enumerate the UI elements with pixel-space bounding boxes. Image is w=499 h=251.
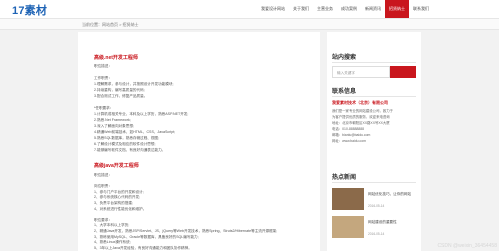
job-title: 高级.net开发工程师 [94, 55, 138, 61]
text-line: 5、3年以上Java开发经验，有良好沟通能力和团队协作精神。 [94, 245, 192, 250]
news-link[interactable]: 网站优化技巧，让你的网站 [368, 192, 411, 197]
nav-item-jobs[interactable]: 招贤纳士 [385, 0, 409, 18]
divider [332, 96, 416, 97]
text-line: 4、熟悉Linux操作系统; [94, 240, 131, 245]
breadcrumb-bar: 当前位置：网站首页 > 招贤纳士 [0, 19, 499, 30]
news-link[interactable]: 网站建设的重要性 [368, 220, 397, 225]
nav-item-news[interactable]: 新闻资讯 [361, 0, 385, 18]
text-line: 邮箱：bianlu@baidu.com [332, 133, 371, 137]
news-thumbnail[interactable] [332, 216, 364, 238]
contact-heading: 联系信息 [332, 89, 357, 95]
text-line: 1、大学本科以上学历; [94, 223, 130, 228]
text-line: 4、对系统进行性能优化和维护。 [94, 206, 147, 211]
text-line: 3、负责平台架构的搭建; [94, 201, 133, 205]
text-line: *任职要求： [94, 106, 114, 110]
text-line: 网址：www.baidu.com [332, 139, 366, 143]
text-line: 电话：010-88888888 [332, 127, 365, 131]
text-line: 4.精通Web前端技术，如HTML、CSS、JavaScript; [94, 130, 176, 134]
sidebar: 站内搜索 输入关键字 联系信息 我爱素材技术（北京）有限公司 我们是一家专业的网… [327, 32, 421, 251]
news-heading: 热点新闻 [332, 175, 357, 181]
text-line: 6.了解设计模式及相应的软件设计思想; [94, 142, 156, 146]
text-line: 1.理解需求，参与设计，并按照设计开发功能模块; [94, 82, 174, 86]
job-listing-content: 高级.net开发工程师 职位描述： 工作职责： 1.理解需求，参与设计，并按照设计开… [78, 32, 320, 251]
text-line: 职位描述： [94, 64, 112, 68]
text-line: 2.持续重构，编写高质量的代码; [94, 88, 145, 92]
text-line: 3.配合测试工作，修复产品质量。 [94, 94, 148, 98]
text-line: 岗位职责： [94, 184, 112, 189]
text-line: 1.计算机或相关专业，本科及以上学历，熟悉ASP.NET开发; [94, 112, 189, 116]
nav-item-contact[interactable]: 联系我们 [409, 0, 433, 18]
text-line: 为客户提供优质的服务，欢迎来电咨询 [332, 115, 390, 119]
nav-item-home[interactable]: 我爱设计网站 [257, 0, 289, 18]
news-date: 2016-05-14 [368, 232, 385, 236]
breadcrumb: 当前位置：网站首页 > 招贤纳士 [82, 22, 139, 27]
site-logo[interactable]: 17素材 [12, 2, 47, 18]
text-line: 2、精通Java开发，熟悉JSP/Servlet、JS、jQuery等Web开发… [94, 229, 278, 233]
text-line: 职位描述： [94, 173, 112, 177]
search-heading: 站内搜索 [332, 55, 357, 61]
news-date: 2016-05-14 [368, 204, 385, 208]
text-line: 3、熟练使用MySQL、Oracle等数据库，具备良好的SQL编写能力; [94, 234, 199, 239]
divider [332, 62, 416, 63]
site-header: 17素材 我爱设计网站 关于我们 主营业务 成功案例 新闻资讯 招贤纳士 联系我… [0, 0, 499, 19]
nav-item-cases[interactable]: 成功案例 [337, 0, 361, 18]
text-line: 2.熟悉.Net Framework; [94, 118, 131, 122]
search-button[interactable] [390, 66, 416, 78]
main-nav: 我爱设计网站 关于我们 主营业务 成功案例 新闻资讯 招贤纳士 联系我们 [257, 0, 433, 18]
text-line: 3.深入了解面向对象思想; [94, 124, 134, 128]
nav-item-business[interactable]: 主营业务 [313, 0, 337, 18]
text-line: 工作职责： [94, 76, 112, 80]
watermark: CSDN @weixin_36454458 [437, 243, 497, 249]
divider [332, 182, 416, 183]
nav-item-about[interactable]: 关于我们 [289, 0, 313, 18]
news-thumbnail[interactable] [332, 188, 364, 210]
text-line: 我们是一家专业的网站建设公司，致力于 [332, 109, 394, 113]
company-name: 我爱素材技术（北京）有限公司 [332, 100, 388, 105]
text-line: 7.能够编写软件文档，有良好沟通表达能力。 [94, 148, 166, 152]
search-input[interactable]: 输入关键字 [332, 66, 390, 78]
job-title: 高级java开发工程师 [94, 163, 139, 169]
text-line: 5.熟悉SQL数据库，熟悉存储过程、视图; [94, 136, 160, 140]
text-line: 2、参与系统核心代码的开发; [94, 195, 141, 200]
text-line: 地址：北京市朝阳区XX路XX号XX大厦 [332, 121, 390, 125]
